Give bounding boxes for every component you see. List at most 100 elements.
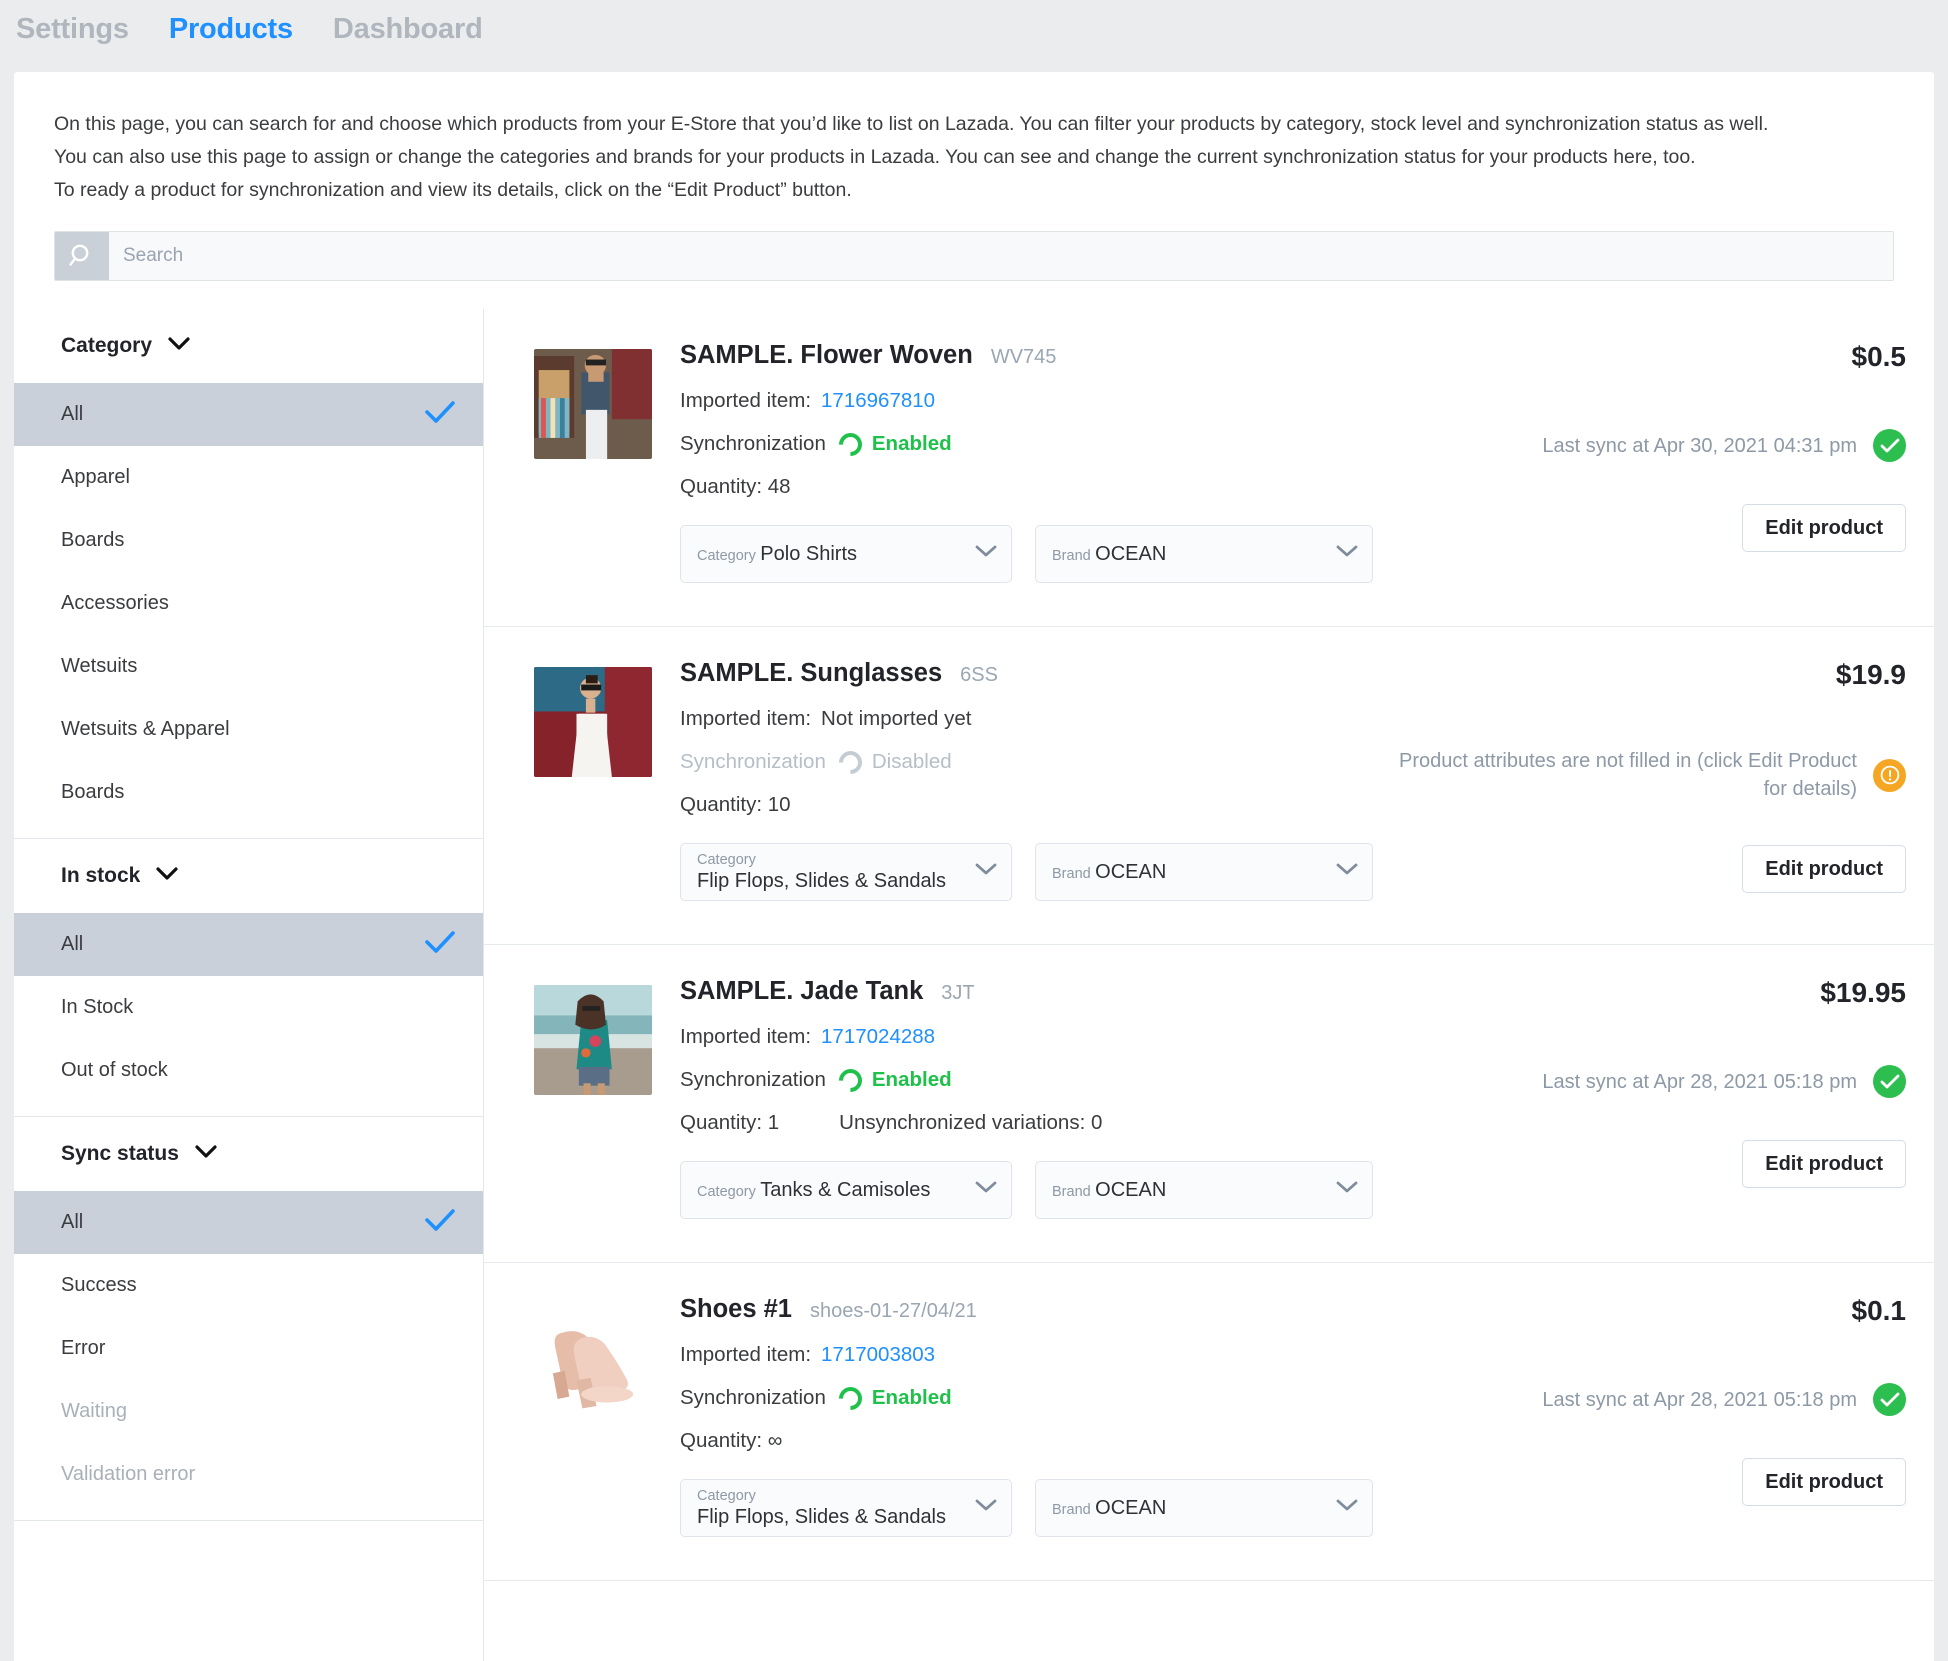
attributes-warning-text: Product attributes are not filled in (cl… xyxy=(1399,750,1857,800)
table-row: SAMPLE. Flower Woven WV745 Imported item… xyxy=(484,309,1934,627)
status-badge-success-icon xyxy=(1873,1383,1906,1416)
imported-item-row: Imported item: 1716967810 xyxy=(680,389,1394,413)
imported-item-row: Imported item: Not imported yet xyxy=(680,707,1394,731)
imported-item-link[interactable]: 1717024288 xyxy=(821,1025,935,1049)
tab-products[interactable]: Products xyxy=(169,13,293,46)
last-sync-text: Last sync at Apr 28, 2021 05:18 pm xyxy=(1542,1070,1857,1093)
product-selectors: Category Flip Flops, Slides & Sandals Br… xyxy=(680,843,1394,901)
search-bar xyxy=(54,231,1894,281)
edit-product-button[interactable]: Edit product xyxy=(1742,504,1906,552)
filter-list-sync-status: All Success Error Waiting Validation err… xyxy=(14,1191,483,1506)
brand-select[interactable]: Brand OCEAN xyxy=(1035,1161,1373,1219)
search-input[interactable] xyxy=(109,232,1893,280)
check-icon xyxy=(425,1208,455,1238)
product-info: SAMPLE. Jade Tank 3JT Imported item: 171… xyxy=(652,973,1394,1232)
category-value: Polo Shirts xyxy=(760,543,858,565)
filter-item-category-boards[interactable]: Boards xyxy=(14,509,483,572)
brand-select[interactable]: Brand OCEAN xyxy=(1035,843,1373,901)
filter-sidebar: Category All Apparel Boards Accessories … xyxy=(14,309,484,1661)
category-select[interactable]: Category Flip Flops, Slides & Sandals xyxy=(680,1479,1012,1537)
category-value: Flip Flops, Slides & Sandals xyxy=(697,1506,947,1528)
quantity-value: Quantity: 48 xyxy=(680,475,791,498)
quantity-row: Quantity: 1 Unsynchronized variations: 0 xyxy=(680,1111,1394,1135)
chevron-down-icon xyxy=(975,545,997,563)
filter-item-category-boards-2[interactable]: Boards xyxy=(14,761,483,824)
tab-settings[interactable]: Settings xyxy=(16,13,129,46)
product-selectors: Category Flip Flops, Slides & Sandals Br… xyxy=(680,1479,1394,1537)
filter-item-label: Wetsuits & Apparel xyxy=(61,718,230,740)
toggle-on-icon xyxy=(834,1381,867,1415)
filter-item-label: Error xyxy=(61,1337,106,1359)
synchronization-toggle[interactable]: Disabled xyxy=(834,745,952,779)
top-tab-bar: Settings Products Dashboard xyxy=(0,0,1948,58)
filter-item-sync-error[interactable]: Error xyxy=(14,1317,483,1380)
page-content: Category All Apparel Boards Accessories … xyxy=(14,309,1934,1661)
chevron-down-icon xyxy=(1336,1181,1358,1199)
brand-field-label: Brand xyxy=(1052,548,1091,564)
quantity-value: Quantity: 10 xyxy=(680,793,791,816)
filter-item-stock-all[interactable]: All xyxy=(14,913,483,976)
edit-product-button[interactable]: Edit product xyxy=(1742,1140,1906,1188)
imported-item-link[interactable]: 1716967810 xyxy=(821,389,935,413)
imported-item-value: Not imported yet xyxy=(821,707,972,730)
chevron-down-icon xyxy=(975,863,997,881)
check-icon xyxy=(425,930,455,960)
product-price: $19.95 xyxy=(1820,977,1906,1008)
product-selectors: Category Polo Shirts Brand OCEAN xyxy=(680,525,1394,583)
filter-item-sync-success[interactable]: Success xyxy=(14,1254,483,1317)
synchronization-label: Synchronization xyxy=(680,432,826,455)
chevron-down-icon xyxy=(156,866,178,886)
tab-dashboard[interactable]: Dashboard xyxy=(333,13,483,46)
filter-item-stock-in-stock[interactable]: In Stock xyxy=(14,976,483,1039)
filter-group-category: Category All Apparel Boards Accessories … xyxy=(14,309,483,839)
imported-item-link[interactable]: 1717003803 xyxy=(821,1343,935,1367)
filter-item-category-all[interactable]: All xyxy=(14,383,483,446)
search-icon[interactable] xyxy=(55,232,109,280)
filter-header-sync-status[interactable]: Sync status xyxy=(14,1117,483,1191)
filter-item-sync-all[interactable]: All xyxy=(14,1191,483,1254)
synchronization-toggle[interactable]: Enabled xyxy=(834,1381,952,1415)
filter-item-category-accessories[interactable]: Accessories xyxy=(14,572,483,635)
filter-header-in-stock[interactable]: In stock xyxy=(14,839,483,913)
brand-select[interactable]: Brand OCEAN xyxy=(1035,1479,1373,1537)
brand-field-label: Brand xyxy=(1052,866,1091,882)
filter-item-sync-validation-error[interactable]: Validation error xyxy=(14,1443,483,1506)
product-price: $0.5 xyxy=(1851,341,1907,372)
edit-product-button[interactable]: Edit product xyxy=(1742,1458,1906,1506)
synchronization-state: Disabled xyxy=(871,750,952,773)
product-price: $19.9 xyxy=(1835,659,1906,690)
filter-item-label: All xyxy=(61,403,84,425)
category-select[interactable]: Category Polo Shirts xyxy=(680,525,1012,583)
imported-item-label: Imported item: xyxy=(680,1343,812,1366)
brand-value: OCEAN xyxy=(1095,861,1167,883)
category-field-label: Category xyxy=(697,1184,756,1200)
filter-item-category-wetsuits[interactable]: Wetsuits xyxy=(14,635,483,698)
table-row: SAMPLE. Sunglasses 6SS Imported item: No… xyxy=(484,627,1934,945)
filter-header-category[interactable]: Category xyxy=(14,309,483,383)
brand-value: OCEAN xyxy=(1095,1497,1167,1519)
category-select[interactable]: Category Flip Flops, Slides & Sandals xyxy=(680,843,1012,901)
synchronization-toggle[interactable]: Enabled xyxy=(834,1063,952,1097)
synchronization-label: Synchronization xyxy=(680,1386,826,1409)
synchronization-state: Enabled xyxy=(871,432,952,455)
filter-title-category: Category xyxy=(61,334,153,357)
category-value: Tanks & Camisoles xyxy=(760,1179,931,1201)
quantity-row: Quantity: 48 xyxy=(680,475,1394,499)
status-badge-success-icon xyxy=(1873,429,1906,462)
synchronization-state: Enabled xyxy=(871,1068,952,1091)
chevron-down-icon xyxy=(1336,545,1358,563)
filter-item-stock-out-of-stock[interactable]: Out of stock xyxy=(14,1039,483,1102)
filter-item-category-wetsuits-apparel[interactable]: Wetsuits & Apparel xyxy=(14,698,483,761)
filter-item-category-apparel[interactable]: Apparel xyxy=(14,446,483,509)
brand-select[interactable]: Brand OCEAN xyxy=(1035,525,1373,583)
last-sync-text: Last sync at Apr 28, 2021 05:18 pm xyxy=(1542,1388,1857,1411)
filter-item-sync-waiting[interactable]: Waiting xyxy=(14,1380,483,1443)
status-badge-warning-icon xyxy=(1873,758,1906,792)
category-select[interactable]: Category Tanks & Camisoles xyxy=(680,1161,1012,1219)
sync-status-row: Product attributes are not filled in (cl… xyxy=(1394,747,1906,803)
chevron-down-icon xyxy=(975,1181,997,1199)
synchronization-toggle[interactable]: Enabled xyxy=(834,427,952,461)
product-thumbnail-shoes xyxy=(534,1303,652,1413)
imported-item-label: Imported item: xyxy=(680,389,812,412)
edit-product-button[interactable]: Edit product xyxy=(1742,845,1906,893)
